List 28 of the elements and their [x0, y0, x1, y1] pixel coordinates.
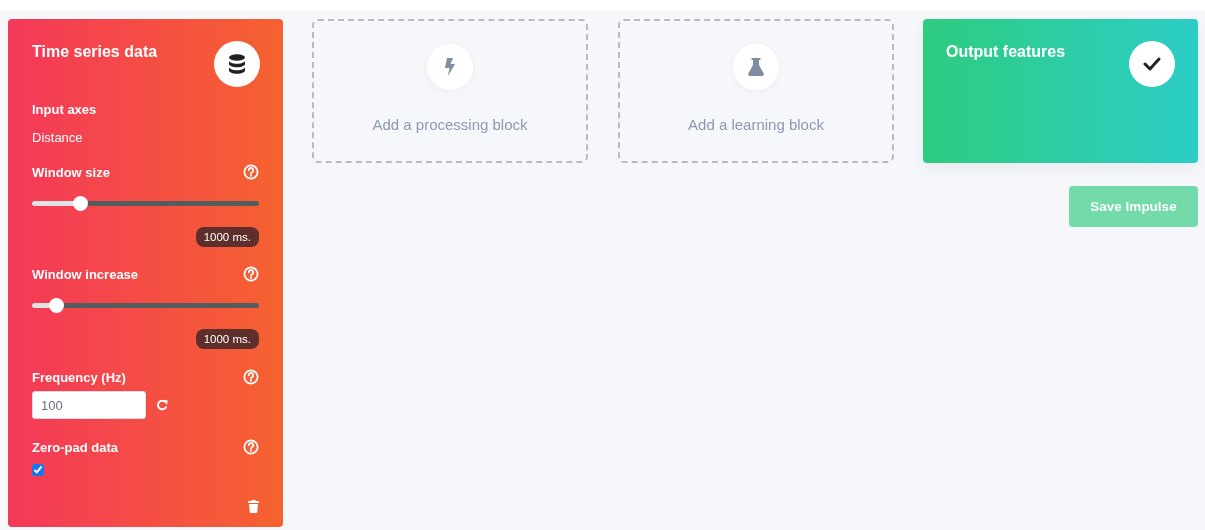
slider-track[interactable]	[32, 298, 259, 313]
value-badge: 1000 ms.	[195, 329, 259, 349]
frequency-input[interactable]: 100	[32, 391, 146, 419]
block-title: Time series data	[32, 43, 158, 61]
trash-icon[interactable]	[248, 500, 259, 513]
field-label: Input axes	[32, 102, 98, 117]
slider-thumb[interactable]	[48, 298, 64, 313]
help-icon[interactable]	[243, 164, 259, 180]
database-icon	[214, 41, 260, 87]
field-label: Frequency (Hz)	[32, 369, 126, 385]
slider-thumb[interactable]	[72, 196, 88, 211]
checkmark-icon	[1129, 41, 1175, 87]
add-block-button[interactable]: Add a learning block	[618, 19, 894, 163]
help-icon[interactable]	[243, 266, 259, 282]
help-icon[interactable]	[243, 369, 259, 385]
help-icon[interactable]	[243, 439, 259, 455]
field-label: Window size	[32, 164, 110, 180]
axis-name: Distance	[32, 130, 83, 145]
checkbox[interactable]	[32, 464, 44, 476]
value-badge: 1000 ms.	[195, 227, 259, 247]
field-label: Zero-pad data	[32, 439, 118, 455]
lightning-icon	[427, 44, 473, 90]
field-label: Window increase	[32, 266, 139, 282]
reset-icon[interactable]	[156, 399, 168, 411]
block-title: Output features	[946, 43, 1066, 61]
add-block-button[interactable]: Add a processing block	[312, 19, 588, 163]
flask-icon	[733, 44, 779, 90]
slider-track[interactable]	[32, 196, 259, 211]
